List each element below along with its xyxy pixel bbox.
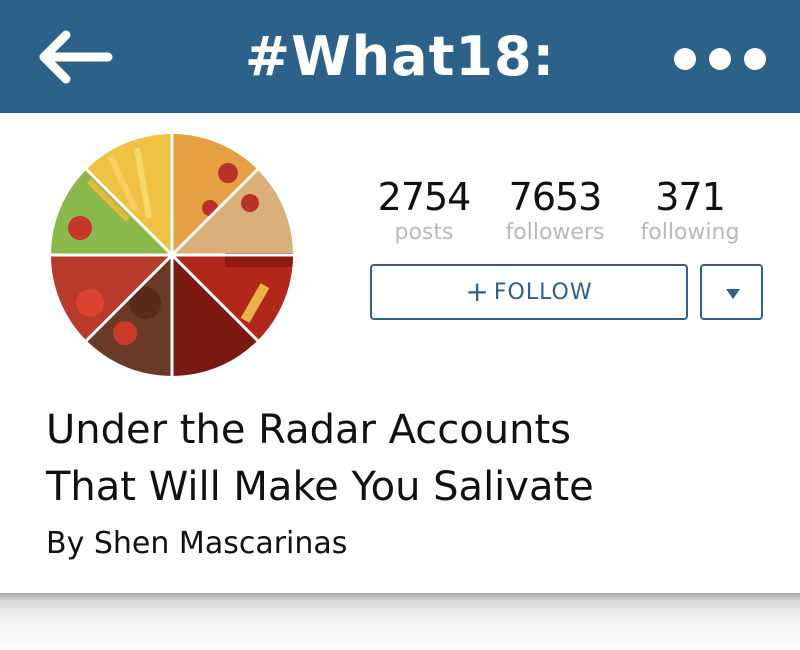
following-label: following xyxy=(640,220,740,245)
triangle-down-icon xyxy=(726,289,740,299)
article-byline: By Shen Mascarinas xyxy=(46,526,348,561)
card-shadow xyxy=(0,593,800,650)
article-title: Under the Radar Accounts That Will Make … xyxy=(46,402,766,516)
follow-options-dropdown-button[interactable] xyxy=(700,264,763,320)
following-count: 371 xyxy=(655,175,726,219)
follow-button-label: FOLLOW xyxy=(493,280,593,305)
followers-label: followers xyxy=(505,220,605,245)
avatar[interactable] xyxy=(50,133,294,377)
article-title-line-1: Under the Radar Accounts xyxy=(46,407,571,453)
following-stat[interactable]: 371 following xyxy=(625,175,755,247)
more-options-icon[interactable] xyxy=(672,44,768,74)
followers-stat[interactable]: 7653 followers xyxy=(490,175,620,247)
plus-icon: + xyxy=(465,275,490,308)
posts-label: posts xyxy=(394,220,454,245)
app-screen: #What18: 2754 posts 7653 followers 371 f… xyxy=(0,0,800,650)
posts-count: 2754 xyxy=(377,175,472,219)
followers-count: 7653 xyxy=(508,175,603,219)
follow-button[interactable]: + FOLLOW xyxy=(370,264,688,320)
article-title-line-2: That Will Make You Salivate xyxy=(46,464,594,510)
posts-stat[interactable]: 2754 posts xyxy=(359,175,489,247)
top-bar: #What18: xyxy=(0,0,800,113)
